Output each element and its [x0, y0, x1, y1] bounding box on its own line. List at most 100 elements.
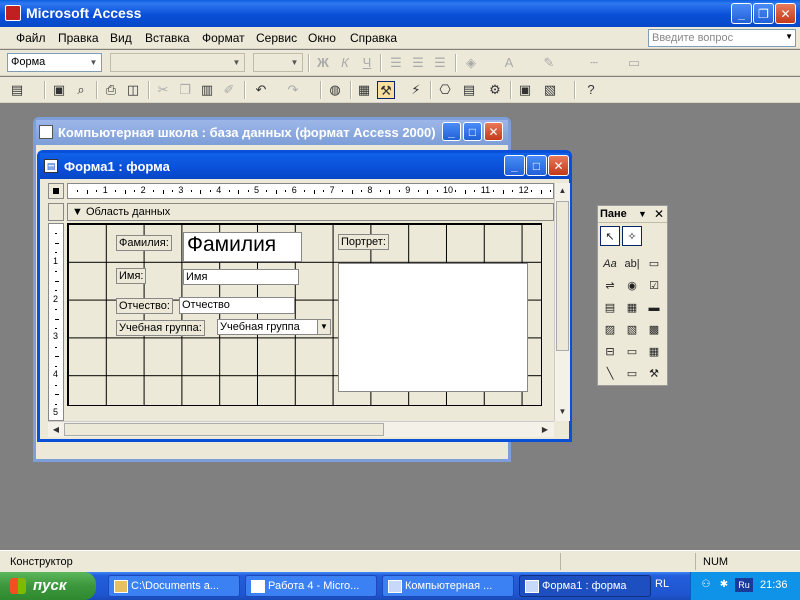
checkbox-tool-icon[interactable]: ☑ — [644, 276, 664, 296]
help-icon[interactable]: ? — [582, 81, 600, 99]
scroll-left-arrow-icon[interactable]: ◀ — [49, 423, 63, 436]
label-otchestvo[interactable]: Отчество: — [116, 298, 173, 314]
view-icon[interactable]: ▤ — [8, 81, 26, 99]
antivirus-icon[interactable]: ✱ — [717, 578, 731, 592]
access-app-icon[interactable] — [5, 5, 21, 21]
vertical-ruler[interactable]: 1 2 3 4 5 — [48, 223, 64, 421]
option-group-icon[interactable]: ▭ — [644, 254, 664, 274]
bound-object-frame-icon[interactable]: ▩ — [644, 320, 664, 340]
line-color-icon[interactable]: ✎ — [540, 54, 558, 72]
horizontal-scroll-thumb[interactable] — [64, 423, 384, 436]
align-right-icon[interactable]: ☰ — [431, 54, 449, 72]
scroll-down-arrow-icon[interactable]: ▼ — [556, 405, 569, 419]
line-tool-icon[interactable]: ╲ — [600, 364, 620, 384]
task-form1[interactable]: Форма1 : форма — [519, 575, 651, 597]
font-combo[interactable]: ▼ — [110, 53, 245, 72]
special-effect-icon[interactable]: ▭ — [625, 54, 643, 72]
menu-tools[interactable]: Сервис — [256, 31, 297, 45]
menu-view[interactable]: Вид — [110, 31, 132, 45]
portrait-image-frame[interactable] — [338, 263, 528, 392]
minimize-button[interactable]: _ — [731, 3, 752, 24]
textbox-imya[interactable]: Имя — [183, 269, 299, 285]
task-word[interactable]: Работа 4 - Micro... — [245, 575, 377, 597]
unbound-object-frame-icon[interactable]: ▧ — [622, 320, 642, 340]
form-close-button[interactable]: ✕ — [548, 155, 569, 176]
form-selector[interactable] — [48, 183, 64, 199]
label-tool-icon[interactable]: Aa — [600, 254, 620, 274]
label-familia[interactable]: Фамилия: — [116, 235, 172, 251]
db-maximize-button[interactable]: □ — [463, 122, 482, 141]
save-icon[interactable]: ▣ — [50, 81, 68, 99]
select-objects-icon[interactable]: ↖ — [600, 226, 620, 246]
autoformat-icon[interactable]: ⚡ — [407, 81, 425, 99]
task-database[interactable]: Компьютерная ... — [382, 575, 514, 597]
vertical-scrollbar[interactable]: ▲ ▼ — [554, 183, 570, 421]
field-list-icon[interactable]: ▦ — [355, 81, 373, 99]
close-icon[interactable]: ✕ — [654, 207, 664, 221]
menu-insert[interactable]: Вставка — [145, 31, 190, 45]
rectangle-tool-icon[interactable]: ▭ — [622, 364, 642, 384]
font-color-icon[interactable]: A — [500, 54, 518, 72]
scroll-right-arrow-icon[interactable]: ▶ — [538, 423, 552, 436]
line-width-icon[interactable]: ┄ — [585, 54, 603, 72]
close-button[interactable]: ✕ — [775, 3, 796, 24]
paste-icon[interactable]: ▥ — [198, 81, 216, 99]
menu-format[interactable]: Формат — [202, 31, 245, 45]
form-window-titlebar[interactable]: ▤ Форма1 : форма _ □ ✕ — [40, 153, 569, 179]
scroll-up-arrow-icon[interactable]: ▲ — [556, 184, 569, 198]
italic-icon[interactable]: К — [336, 54, 354, 72]
db-minimize-button[interactable]: _ — [442, 122, 461, 141]
align-left-icon[interactable]: ☰ — [387, 54, 405, 72]
section-selector[interactable] — [48, 203, 64, 221]
menu-edit[interactable]: Правка — [58, 31, 99, 45]
redo-icon[interactable]: ↷ — [284, 81, 302, 99]
toggle-button-icon[interactable]: ⇌ — [600, 276, 620, 296]
label-uchebnaya-gruppa[interactable]: Учебная группа: — [116, 320, 205, 336]
help-question-input[interactable]: Введите вопрос ▼ — [648, 29, 796, 47]
fill-color-icon[interactable]: ◈ — [462, 54, 480, 72]
chevron-down-icon[interactable]: ▼ — [87, 55, 100, 70]
label-portret[interactable]: Портрет: — [338, 234, 389, 250]
db-close-button[interactable]: ✕ — [484, 122, 503, 141]
chevron-down-icon[interactable]: ▼ — [317, 320, 330, 334]
undo-icon[interactable]: ↶ — [252, 81, 270, 99]
chevron-down-icon[interactable]: ▼ — [638, 209, 647, 219]
tab-control-icon[interactable]: ▭ — [622, 342, 642, 362]
listbox-tool-icon[interactable]: ▦ — [622, 298, 642, 318]
subform-icon[interactable]: ▦ — [644, 342, 664, 362]
textbox-otchestvo[interactable]: Отчество — [179, 297, 295, 314]
chevron-down-icon[interactable]: ▼ — [288, 55, 301, 70]
copy-icon[interactable]: ❐ — [176, 81, 194, 99]
horizontal-scrollbar[interactable]: ◀ ▶ — [48, 421, 554, 437]
properties-icon[interactable]: ▤ — [460, 81, 478, 99]
command-button-icon[interactable]: ▬ — [644, 298, 664, 318]
chevron-down-icon[interactable]: ▼ — [785, 32, 793, 41]
new-object-icon[interactable]: ▧ — [541, 81, 559, 99]
hyperlink-icon[interactable]: ◍ — [326, 81, 344, 99]
menu-window[interactable]: Окно — [308, 31, 336, 45]
task-explorer[interactable]: C:\Documents a... — [108, 575, 240, 597]
cut-icon[interactable]: ✂ — [154, 81, 172, 99]
detail-section-header[interactable]: ▼ Область данных — [67, 203, 554, 221]
form-maximize-button[interactable]: □ — [526, 155, 547, 176]
option-button-icon[interactable]: ◉ — [622, 276, 642, 296]
menu-file[interactable]: Файл — [16, 31, 46, 45]
align-center-icon[interactable]: ☰ — [409, 54, 427, 72]
database-window-icon[interactable]: ▣ — [516, 81, 534, 99]
textbox-familia[interactable]: Фамилия — [183, 232, 302, 262]
font-size-combo[interactable]: ▼ — [253, 53, 303, 72]
toolbox-titlebar[interactable]: Пане ▼ ✕ — [598, 206, 667, 223]
bold-icon[interactable]: Ж — [314, 54, 332, 72]
horizontal-ruler[interactable]: 1 2 3 4 5 6 7 8 9 10 11 12 — [67, 183, 554, 199]
network-icon[interactable]: ⚇ — [699, 578, 713, 592]
more-controls-icon[interactable]: ⚒ — [644, 364, 664, 384]
object-combo[interactable]: Форма ▼ — [7, 53, 102, 72]
database-window-titlebar[interactable]: Компьютерная школа : база данных (формат… — [36, 120, 508, 145]
restore-button[interactable]: ❐ — [753, 3, 774, 24]
builder-icon[interactable]: ⚙ — [486, 81, 504, 99]
input-language-indicator[interactable]: Ru — [735, 578, 753, 592]
clock[interactable]: 21:36 — [760, 579, 788, 591]
form-design-window[interactable]: ▤ Форма1 : форма _ □ ✕ 1 2 3 4 5 6 7 8 9 10 11 12 ▼… — [37, 150, 572, 442]
underline-icon[interactable]: Ч — [358, 54, 376, 72]
start-button[interactable]: пуск — [0, 572, 96, 600]
